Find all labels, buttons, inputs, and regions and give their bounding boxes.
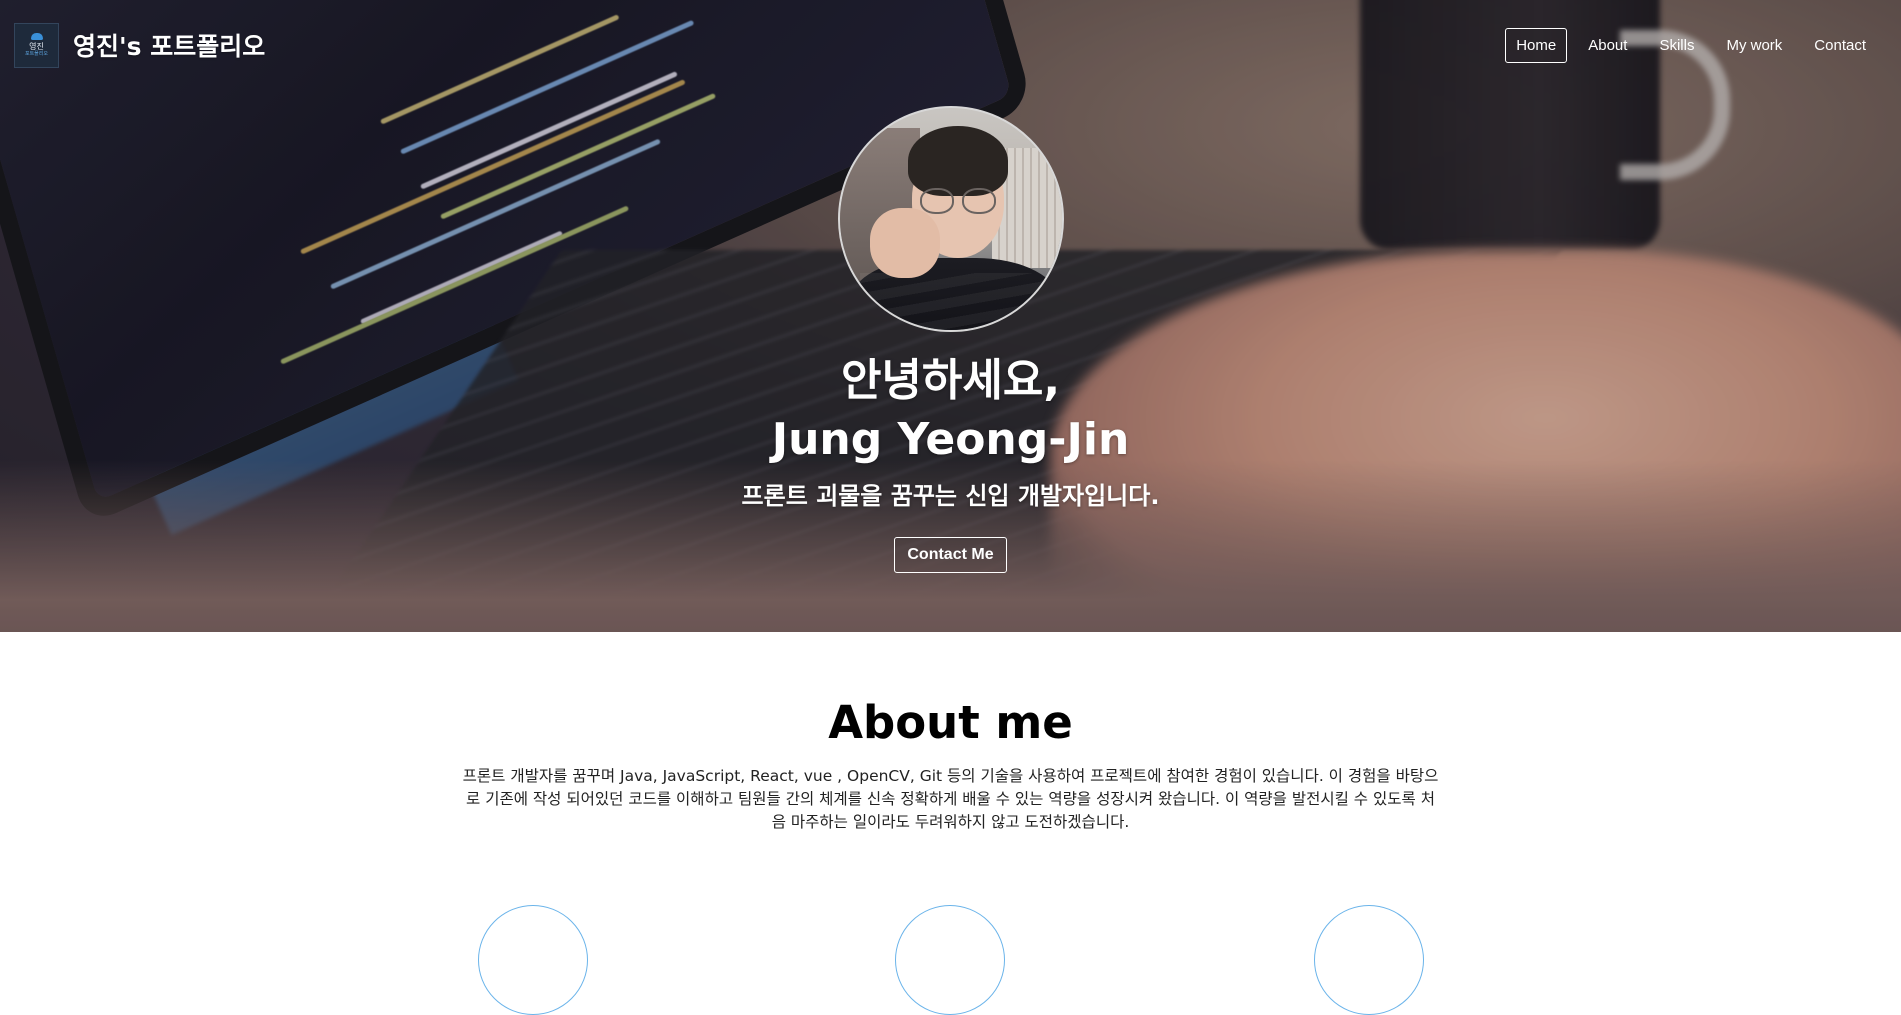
hero-name: Jung Yeong-Jin [771,414,1130,465]
navbar: 영진 포트폴리오 영진's 포트폴리오 Home About Skills My… [0,0,1901,90]
nav-item-home[interactable]: Home [1505,27,1568,63]
nav-item-about[interactable]: About [1577,28,1638,63]
brand-title[interactable]: 영진's 포트폴리오 [73,27,265,63]
logo[interactable]: 영진 포트폴리오 [14,22,59,68]
about-card-circle-2 [895,905,1005,1015]
logo-subtitle: 포트폴리오 [24,51,48,57]
hero-greeting: 안녕하세요, [840,355,1061,406]
about-text: 프론트 개발자를 꿈꾸며 Java, JavaScript, React, vu… [462,767,1439,831]
about-section: About me 프론트 개발자를 꿈꾸며 Java, JavaScript, … [0,632,1901,1015]
profile-avatar [837,106,1064,332]
nav-item-contact[interactable]: Contact [1803,28,1877,63]
contact-me-button[interactable]: Contact Me [894,537,1007,573]
nav-item-my-work[interactable]: My work [1715,28,1793,63]
hero-tagline: 프론트 괴물을 꿈꾸는 신입 개발자입니다. [741,482,1160,510]
nav-menu: Home About Skills My work Contact [1497,27,1877,63]
hero-section: 영진 포트폴리오 영진's 포트폴리오 Home About Skills My… [0,0,1901,632]
about-title: About me [828,696,1073,749]
nav-item-skills[interactable]: Skills [1648,28,1705,63]
hero-content: 안녕하세요, Jung Yeong-Jin 프론트 괴물을 꿈꾸는 신입 개발자… [0,0,1901,632]
logo-name: 영진 [29,42,44,51]
about-card-circle-3 [1314,905,1424,1015]
about-card-circle-1 [478,905,588,1015]
brand[interactable]: 영진 포트폴리오 영진's 포트폴리오 [14,22,265,68]
cloud-logo-icon [30,33,43,40]
